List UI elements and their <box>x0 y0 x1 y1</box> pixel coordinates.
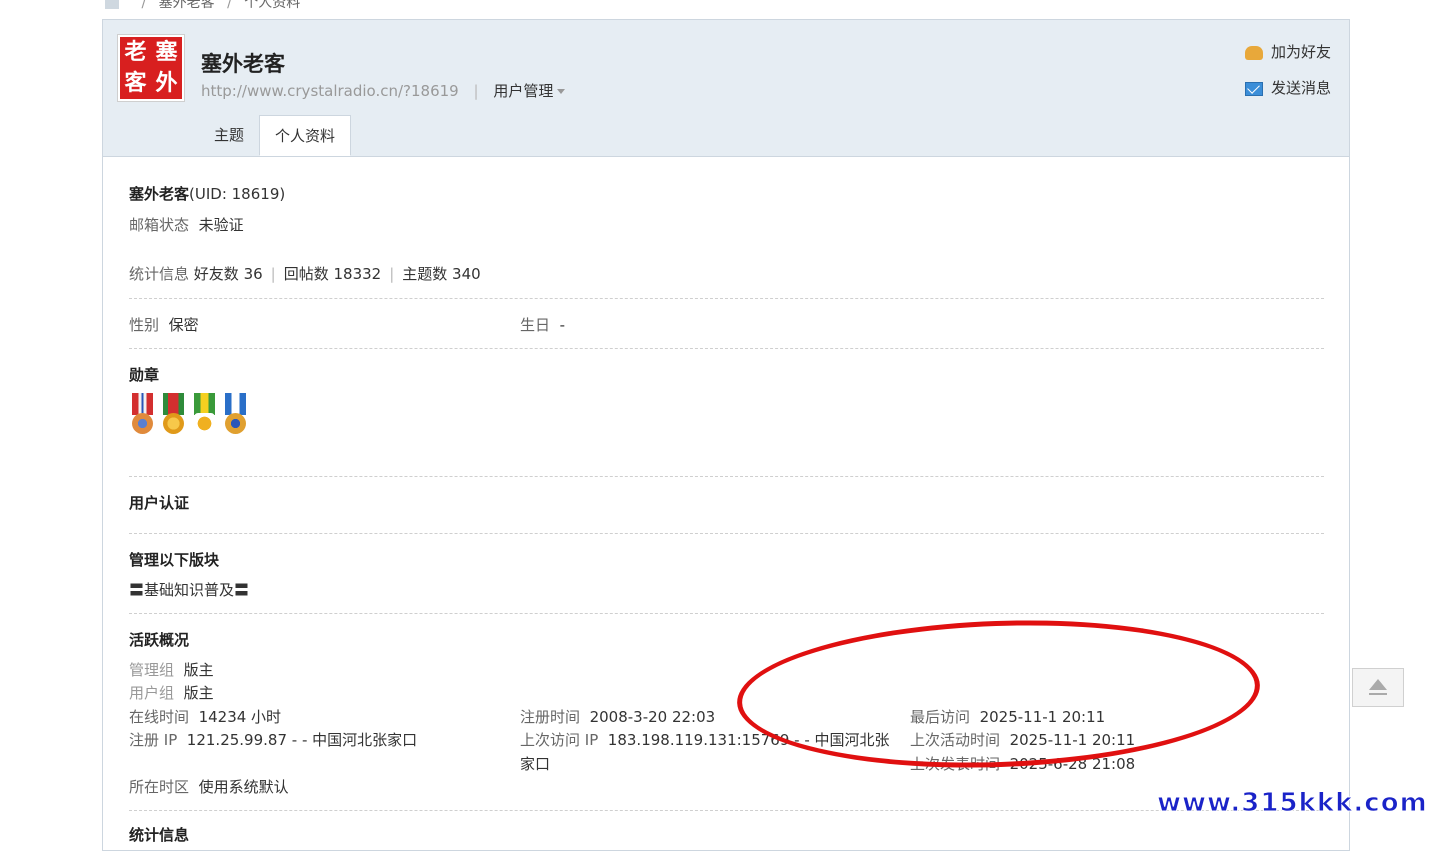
medal-ribbon <box>194 393 215 415</box>
online-time-value: 14234 小时 <box>198 708 282 726</box>
user-manage-dropdown[interactable]: 用户管理 <box>493 82 566 100</box>
add-friend-link[interactable]: 加为好友 <box>1244 40 1331 76</box>
admin-group-value[interactable]: 版主 <box>184 661 214 679</box>
watermark: www.315kkk.com <box>1157 788 1428 819</box>
profile-url-link[interactable]: http://www.crystalradio.cn/?18619 <box>201 82 459 100</box>
medal-disc <box>225 413 246 434</box>
stats-title: 统计信息 <box>129 826 190 844</box>
avatar-image: 老 塞 客 外 <box>120 37 182 99</box>
medal-icon[interactable] <box>129 393 156 439</box>
medal-disc <box>194 413 215 434</box>
divider: | <box>270 265 276 283</box>
user-group-label: 用户组 <box>129 684 175 702</box>
user-group-row: 用户组 版主 <box>129 682 214 703</box>
stats-row: 统计信息 好友数 36 | 回帖数 18332 | 主题数 340 <box>129 263 481 284</box>
home-icon[interactable] <box>105 0 119 9</box>
medal-ribbon <box>163 393 184 415</box>
avatar[interactable]: 老 塞 客 外 <box>117 34 185 102</box>
divider <box>129 476 1324 477</box>
breadcrumb: / 塞外老客 / 个人资料 <box>105 0 300 12</box>
friends-count-link[interactable]: 好友数 36 <box>194 265 263 283</box>
medal-icon[interactable] <box>191 393 218 439</box>
profile-name: 塞外老客 <box>129 185 190 203</box>
birthday-label: 生日 <box>520 316 551 334</box>
reg-ip-label: 注册 IP <box>129 731 178 749</box>
medal-ribbon <box>225 393 246 415</box>
timezone-value: 使用系统默认 <box>198 778 289 796</box>
online-time-label: 在线时间 <box>129 708 190 726</box>
divider <box>129 613 1324 614</box>
divider <box>129 298 1324 299</box>
send-message-label: 发送消息 <box>1270 79 1331 97</box>
gender-row: 性别 保密 <box>129 314 199 335</box>
email-status-row: 邮箱状态 未验证 <box>129 214 244 235</box>
gender-value: 保密 <box>168 316 199 334</box>
divider <box>129 810 1324 811</box>
reg-time-label: 注册时间 <box>520 708 581 726</box>
timezone-row: 所在时区 使用系统默认 <box>129 776 289 797</box>
breadcrumb-profile: 个人资料 <box>244 0 301 11</box>
medal-disc <box>132 413 153 434</box>
profile-tabs: 主题 个人资料 <box>199 115 352 156</box>
send-message-link[interactable]: 发送消息 <box>1244 76 1331 112</box>
user-manage-label: 用户管理 <box>493 82 554 100</box>
add-friend-label: 加为好友 <box>1270 43 1331 61</box>
birthday-row: 生日 - <box>520 314 565 335</box>
reg-ip-row: 注册 IP 121.25.99.87 - - 中国河北张家口 <box>129 729 417 750</box>
divider <box>129 348 1324 349</box>
arrow-up-icon <box>1369 679 1387 690</box>
activity-title: 活跃概况 <box>129 631 190 649</box>
managed-forum-link[interactable]: 〓基础知识普及〓 <box>129 579 249 600</box>
online-time-row: 在线时间 14234 小时 <box>129 706 281 727</box>
tab-profile[interactable]: 个人资料 <box>259 115 352 156</box>
medal-icon[interactable] <box>160 393 187 439</box>
last-ip-value-wrap: 家口 <box>520 755 551 773</box>
email-status-label: 邮箱状态 <box>129 216 190 234</box>
chevron-down-icon <box>557 89 566 94</box>
user-group-value[interactable]: 版主 <box>184 684 214 702</box>
handshake-icon <box>1244 45 1263 60</box>
medal-ribbon <box>132 393 153 415</box>
profile-uid: (UID: 18619) <box>189 185 286 203</box>
reg-time-value: 2008-3-20 22:03 <box>589 708 716 726</box>
posts-count-link[interactable]: 回帖数 18332 <box>284 265 382 283</box>
reg-time-row: 注册时间 2008-3-20 22:03 <box>520 706 715 727</box>
breadcrumb-user[interactable]: 塞外老客 <box>159 0 215 11</box>
divider: | <box>473 82 479 100</box>
admin-group-label: 管理组 <box>129 661 175 679</box>
breadcrumb-separator: / <box>227 0 232 11</box>
managed-forums-title: 管理以下版块 <box>129 551 220 569</box>
divider: | <box>389 265 395 283</box>
reg-ip-value: 121.25.99.87 - - 中国河北张家口 <box>186 731 418 749</box>
email-status-value: 未验证 <box>198 216 244 234</box>
profile-header: 老 塞 客 外 塞外老客 http://www.crystalradio.cn/… <box>103 20 1349 157</box>
profile-name-row: 塞外老客(UID: 18619) <box>129 183 285 204</box>
birthday-value: - <box>559 316 565 334</box>
admin-group-row: 管理组 版主 <box>129 659 214 680</box>
profile-username: 塞外老客 <box>201 52 285 76</box>
gender-label: 性别 <box>129 316 160 334</box>
arrow-up-bar <box>1369 693 1387 695</box>
medals-title: 勋章 <box>129 366 160 384</box>
divider <box>129 533 1324 534</box>
envelope-icon <box>1244 81 1263 96</box>
verification-title: 用户认证 <box>129 494 190 512</box>
last-ip-label: 上次访问 IP <box>520 731 599 749</box>
profile-actions: 加为好友 发送消息 <box>1244 40 1331 112</box>
tab-threads[interactable]: 主题 <box>199 115 259 155</box>
profile-url-row: http://www.crystalradio.cn/?18619 | 用户管理 <box>201 80 566 101</box>
breadcrumb-separator: / <box>141 0 147 11</box>
medal-disc <box>163 413 184 434</box>
stats-label: 统计信息 <box>129 265 190 283</box>
timezone-label: 所在时区 <box>129 778 190 796</box>
back-to-top-button[interactable] <box>1352 668 1404 707</box>
medal-icon[interactable] <box>222 393 249 439</box>
threads-count-link[interactable]: 主题数 340 <box>402 265 480 283</box>
